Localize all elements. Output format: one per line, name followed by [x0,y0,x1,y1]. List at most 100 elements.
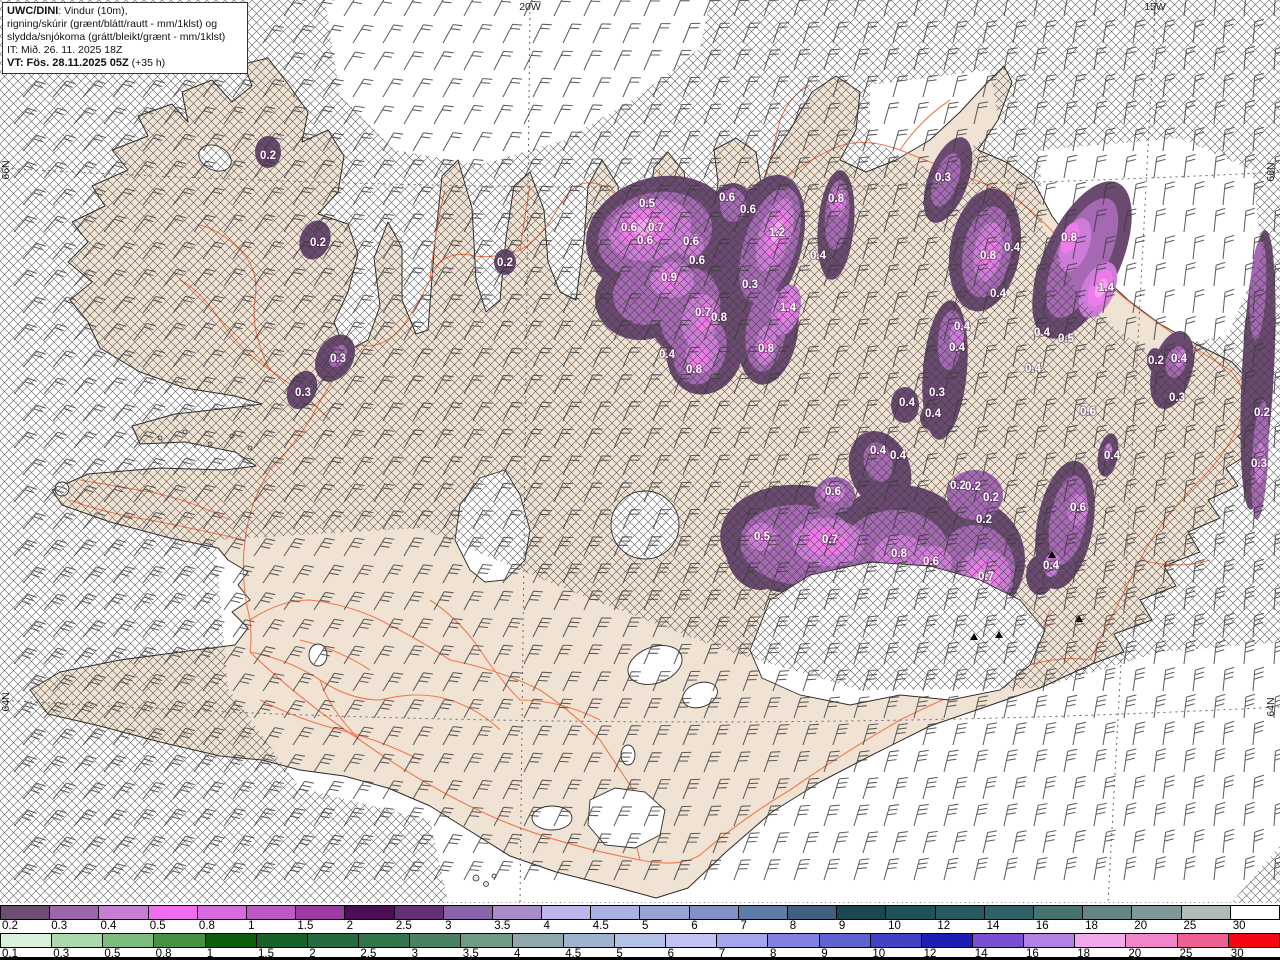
precip-value-label: 0.4 [954,321,971,333]
precip-value-label: 0.2 [260,150,276,162]
colorbar-cell [737,905,787,920]
colorbar-tick-label: 4 [543,920,550,932]
precip-value-label: 0.6 [1080,406,1096,418]
colorbar-tick-label: 14 [986,920,1000,932]
colorbar-cell [442,905,492,920]
colorbar-cell [51,933,103,948]
colorbar-cell [541,905,591,920]
colorbar-cell [1082,905,1132,920]
colorbar-tick-label: 7 [740,920,747,932]
precip-value-label: 0.4 [899,397,916,409]
precip-value-label: 0.3 [330,353,346,365]
precip-value-label: 0.5 [1058,333,1075,345]
precip-value-label: 0.2 [976,514,992,526]
colorbar-cell [255,933,307,948]
colorbar-tick-label: 0.2 [2,920,18,932]
colorbar-cell [869,933,921,948]
colorbar-cell [971,933,1024,948]
precip-value-label: 0.8 [980,250,997,262]
precip-value-label: 0.2 [497,257,513,269]
title-line-2: rigning/skúrir (grænt/blátt/rautt - mm/1… [7,18,218,31]
precip-value-label: 0.4 [1034,327,1051,339]
precip-value-label: 0.4 [1004,242,1021,254]
colorbar-cell [1180,905,1230,920]
colorbar-cell [688,905,738,920]
colorbar-cell [98,905,148,920]
colorbar-cell [1176,933,1228,948]
meridian-label: 20W [519,1,541,13]
parallel-label: 64N [0,692,12,711]
precip-value-label: 0.3 [929,387,945,399]
colorbar-cell [767,933,819,948]
precip-value-label: 0.4 [659,349,676,361]
colorbar-tick-label: 8 [789,920,797,932]
colorbar-cell [511,933,563,948]
precip-value-label: 0.8 [1061,232,1078,244]
precip-value-label: 0.2 [310,237,326,249]
colorbar-cell [562,933,614,948]
colorbar-cell [1074,933,1126,948]
colorbar-tick-label: 2 [346,920,354,932]
colorbar-tick-label: 0.5 [149,920,166,932]
colorbar-tick-label: 0.4 [100,920,117,932]
precip-value-label: 0.5 [754,531,771,543]
colorbar-cell [49,905,99,920]
colorbar-cell [306,933,359,948]
colorbar-tick-label: 20 [1134,920,1148,932]
precip-value-label: 0.3 [935,172,951,184]
precip-value-label: 0.6 [1070,502,1086,514]
precip-value-label: 0.8 [711,312,728,324]
precip-value-label: 0.6 [689,255,705,267]
colorbar-tick-label: 12 [937,920,951,932]
precip-value-label: 0.2 [1148,355,1164,367]
colorbar-cell [1229,905,1280,920]
colorbars: 0.2 0.3 0.4 0.5 0.8 1 1.5 2 2.5 3 3.5 4 4.5 5 6 7 8 9 10 12… [0,903,1280,960]
precip-value-label: 0.4 [1025,363,1042,375]
colorbar-cell [920,933,972,948]
precip-value-label: 0.6 [637,235,653,247]
colorbar-cell [102,933,154,948]
colorbar-cell [885,905,935,920]
valid-time: VT: Fös. 28.11.2025 05Z (+35 h) [7,56,166,69]
precip-value-label: 0.6 [621,222,637,234]
precip-value-label: 1.2 [769,227,785,239]
parallel-label: 66N [1265,162,1277,181]
precip-value-label: 0.4 [949,342,966,354]
precip-value-label: 0.3 [1251,458,1267,470]
precip-value-label: 0.2 [965,481,981,493]
colorbar-cell [491,905,542,920]
colorbar-cell [639,905,689,920]
colorbar-cell [358,933,410,948]
colorbar-cell [1131,905,1181,920]
precip-value-label: 0.3 [1169,392,1185,404]
colorbar-tick-label: 0.8 [198,920,215,932]
iceland-weather-map: 0.20.20.20.30.30.50.6 0.70.6 0.60.60.90.60… [0,0,1280,903]
precip-value-label: 0.2 [950,480,966,492]
precip-value-label: 0.8 [828,193,845,205]
colorbar-cell [409,933,461,948]
precip-value-label: 0.7 [695,307,711,319]
colorbar-cell [983,905,1033,920]
colorbar-cell [1023,933,1075,948]
colorbar-tick-label: 18 [1085,920,1098,932]
parallel-label: 64N [1265,697,1277,716]
precip-value-label: 0.5 [639,198,656,210]
precip-value-label: 0.4 [1104,450,1121,462]
colorbar-cell [818,933,870,948]
colorbar-cell [665,933,717,948]
colorbar-tick-label: 1 [248,920,255,932]
precip-value-label: 0.4 [925,408,942,420]
colorbar-snow-labels: 0.2 0.3 0.4 0.5 0.8 1 1.5 2 2.5 3 3.5 4 4.5 5 6 7 8 9 10 12… [0,920,1280,933]
colorbar-snow [0,905,1280,920]
precip-value-label: 0.6 [719,192,735,204]
colorbar-tick-label: 16 [1035,920,1049,932]
colorbar-cell [590,905,640,920]
colorbar-cell [204,933,256,948]
colorbar-cell [934,905,984,920]
precip-value-label: 0.2 [983,492,999,504]
precip-value-label: 1.4 [1098,282,1115,294]
weather-map-app: 0.2 0.2 0.2 0.3 0.3 0.5 0.6 0.7 0.6 0.6 0.6 0.9 0.6 0… [0,0,1280,960]
colorbar-cell [147,905,197,920]
precip-value-label: 0.4 [1171,353,1188,365]
colorbar-tick-label: 30 [1232,920,1246,932]
